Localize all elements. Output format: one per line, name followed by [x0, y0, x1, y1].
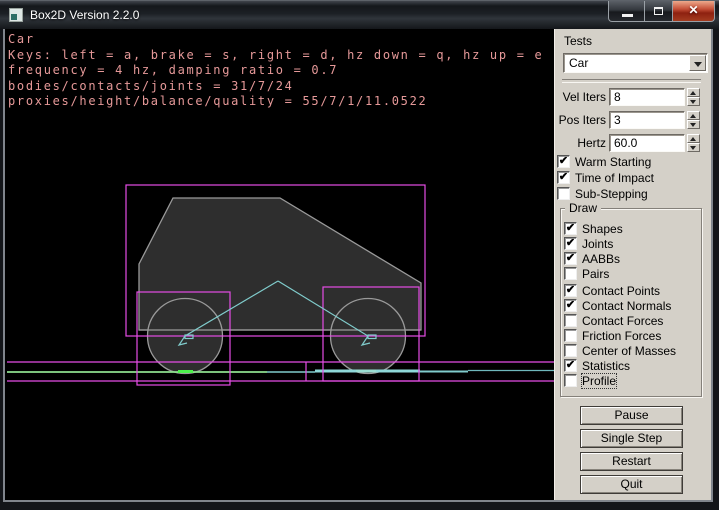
checkbox-box[interactable] [564, 344, 577, 357]
hertz-stepper[interactable] [687, 134, 700, 152]
dropdown-arrow-button[interactable] [689, 55, 706, 71]
checkbox-box[interactable] [564, 314, 577, 327]
arrow-down-icon[interactable] [687, 97, 700, 106]
checkbox-label: Statistics [582, 359, 630, 373]
stats-line: proxies/height/balance/quality = 55/7/1/… [8, 94, 543, 110]
checkbox-label: Friction Forces [582, 329, 661, 343]
control-panel: Tests Car Vel Iters Pos Iters Hertz [554, 29, 711, 500]
draw-group-title: Draw [565, 201, 601, 215]
checkbox-label: Pairs [582, 267, 609, 281]
window-border-bottom [0, 502, 719, 510]
pause-button[interactable]: Pause [580, 406, 683, 425]
checkbox-box[interactable]: ✔ [557, 155, 570, 168]
minimize-button[interactable] [608, 1, 645, 22]
vel-iters-input[interactable] [609, 88, 685, 106]
minimize-icon [622, 14, 633, 17]
tests-dropdown[interactable]: Car [563, 53, 708, 73]
hertz-label: Hertz [555, 136, 606, 150]
hertz-row: Hertz [555, 134, 712, 152]
checkbox-label: Center of Masses [582, 344, 676, 358]
pos-iters-label: Pos Iters [555, 113, 606, 127]
window-border-right [713, 29, 719, 510]
checkbox-box[interactable]: ✔ [557, 171, 570, 184]
separator [562, 79, 701, 83]
quit-button[interactable]: Quit [580, 475, 683, 494]
window-title: Box2D Version 2.2.0 [30, 1, 139, 30]
vel-iters-stepper[interactable] [687, 88, 700, 106]
close-button[interactable]: ✕ [672, 1, 715, 22]
checkbox-box[interactable]: ✔ [564, 237, 577, 250]
hertz-input[interactable] [609, 134, 685, 152]
checkbox-label: Contact Forces [582, 314, 663, 328]
title-bar[interactable]: Box2D Version 2.2.0 ✕ [0, 0, 719, 29]
pos-iters-stepper[interactable] [687, 111, 700, 129]
checkbox-box[interactable] [564, 329, 577, 342]
window-border-left-bevel [3, 29, 5, 502]
arrow-down-icon[interactable] [687, 120, 700, 129]
checkbox-label: Time of Impact [575, 171, 654, 185]
stats-line: bodies/contacts/joints = 31/7/24 [8, 79, 543, 95]
vel-iters-label: Vel Iters [555, 90, 606, 104]
arrow-up-icon[interactable] [687, 111, 700, 120]
pos-iters-row: Pos Iters [555, 111, 712, 129]
checkbox-label: Contact Points [582, 284, 660, 298]
checkbox-box[interactable] [564, 374, 577, 387]
checkbox-label: Profile [582, 374, 616, 388]
checkbox-box[interactable]: ✔ [564, 284, 577, 297]
checkbox-box[interactable]: ✔ [564, 359, 577, 372]
arrow-down-icon[interactable] [687, 143, 700, 152]
window-border-right-bevel [711, 29, 713, 502]
single-step-button[interactable]: Single Step [580, 429, 683, 448]
app-icon [9, 8, 23, 22]
arrow-up-icon[interactable] [687, 134, 700, 143]
vel-iters-row: Vel Iters [555, 88, 712, 106]
box2d-window: Box2D Version 2.2.0 ✕ [0, 0, 719, 510]
stats-line: Keys: left = a, brake = s, right = d, hz… [8, 48, 543, 64]
checkbox-box[interactable] [557, 187, 570, 200]
chevron-down-icon [694, 62, 702, 67]
checkbox-label: Joints [582, 237, 613, 251]
checkbox-box[interactable] [564, 267, 577, 280]
checkbox-label: Warm Starting [575, 155, 651, 169]
arrow-up-icon[interactable] [687, 88, 700, 97]
maximize-button[interactable] [644, 1, 673, 22]
stats-text: CarKeys: left = a, brake = s, right = d,… [8, 32, 543, 110]
tests-dropdown-value: Car [569, 56, 588, 70]
stats-line: frequency = 4 hz, damping ratio = 0.7 [8, 63, 543, 79]
pos-iters-input[interactable] [609, 111, 685, 129]
tests-label: Tests [564, 34, 592, 48]
checkbox-box[interactable]: ✔ [564, 299, 577, 312]
simulation-canvas[interactable]: CarKeys: left = a, brake = s, right = d,… [5, 29, 554, 500]
checkbox-box[interactable]: ✔ [564, 252, 577, 265]
checkbox-box[interactable]: ✔ [564, 222, 577, 235]
stats-line: Car [8, 32, 543, 48]
restart-button[interactable]: Restart [580, 452, 683, 471]
checkbox-label: Contact Normals [582, 299, 671, 313]
checkbox-label: Sub-Stepping [575, 187, 648, 201]
checkbox-label: AABBs [582, 252, 620, 266]
maximize-icon [654, 7, 663, 15]
checkbox-label: Shapes [582, 222, 623, 236]
